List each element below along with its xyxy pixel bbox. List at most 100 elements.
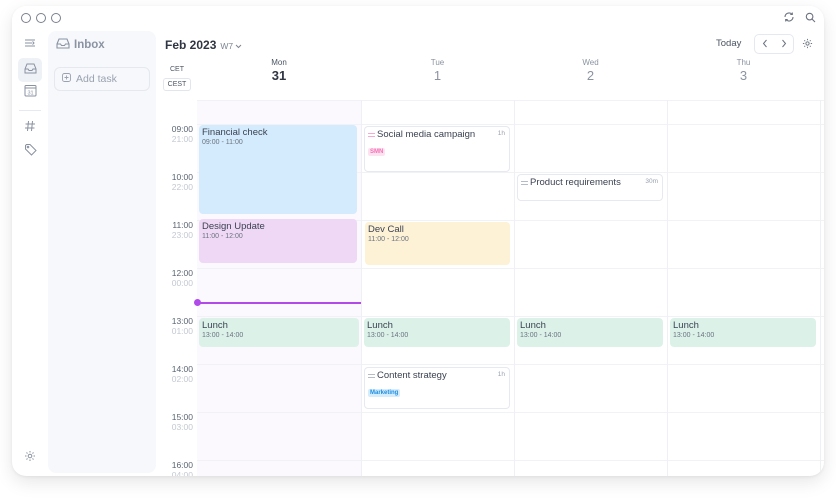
day-header: Wed 2 (514, 58, 667, 83)
calendar-settings-button[interactable] (802, 38, 813, 49)
hour-label: 16:00 04:00 (171, 460, 193, 476)
add-task-label: Add task (76, 73, 117, 85)
add-task-button[interactable]: Add task (54, 67, 150, 91)
task-tag: Marketing (368, 389, 401, 397)
column-divider (820, 100, 821, 476)
month-selector[interactable]: Feb 2023 W7 (165, 38, 242, 52)
search-icon[interactable] (805, 12, 816, 23)
calendar-grid[interactable]: Financial check 09:00 - 11:00 Design Upd… (194, 100, 824, 476)
day-header: Tue 1 (361, 58, 514, 83)
task-duration: 1h (497, 371, 505, 378)
hour-label: 13:00 01:00 (171, 316, 193, 336)
day-date: 2 (586, 68, 595, 83)
task-tag: SMN (368, 148, 386, 156)
settings-icon (802, 38, 813, 49)
task-title: Content strategy (377, 370, 447, 381)
previous-week-button[interactable] (762, 35, 768, 53)
day-date: 1 (433, 68, 442, 83)
event-time: 13:00 - 14:00 (673, 332, 715, 339)
task-card[interactable]: Social media campaign 1h SMN (364, 126, 510, 172)
week-label: W7 (220, 41, 234, 51)
day-date: 3 (739, 68, 748, 83)
task-card[interactable]: Content strategy 1h Marketing (364, 367, 510, 409)
minimize-window-button[interactable] (36, 13, 46, 23)
maximize-window-button[interactable] (51, 13, 61, 23)
week-selector[interactable]: W7 (220, 41, 242, 51)
calendar-icon: 31 (24, 84, 37, 102)
grid-line (197, 364, 824, 365)
drag-handle-icon[interactable] (521, 180, 528, 185)
day-header: Thu 3 (667, 58, 820, 83)
task-duration: 30m (645, 178, 658, 185)
event-title: Dev Call (368, 224, 404, 235)
day-name: Thu (736, 58, 751, 67)
primary-timezone: CET (170, 66, 184, 73)
left-rail: 31 (12, 30, 48, 476)
event-time: 09:00 - 11:00 (202, 139, 243, 146)
current-time-line (197, 302, 361, 304)
grid-line (197, 460, 824, 461)
next-week-button[interactable] (781, 35, 787, 53)
task-duration: 1h (497, 130, 505, 137)
current-time-dot (194, 299, 201, 306)
day-header: Mon 31 (197, 58, 361, 83)
close-window-button[interactable] (21, 13, 31, 23)
event-card[interactable]: Financial check 09:00 - 11:00 (199, 125, 357, 214)
hour-label: 12:00 00:00 (171, 268, 193, 288)
drag-handle-icon[interactable] (368, 132, 375, 137)
event-title: Lunch (202, 320, 228, 331)
settings-icon (24, 449, 36, 467)
today-button[interactable]: Today (716, 38, 741, 49)
task-title: Social media campaign (377, 129, 476, 140)
rail-item-calendar[interactable]: 31 (18, 81, 42, 105)
day-name: Wed (582, 58, 599, 67)
event-title: Lunch (367, 320, 393, 331)
window-controls (21, 13, 61, 23)
rail-item-channels[interactable] (18, 116, 42, 140)
hour-label: 14:00 02:00 (171, 364, 193, 384)
drag-handle-icon[interactable] (368, 373, 375, 378)
add-icon (62, 73, 71, 85)
event-title: Lunch (520, 320, 546, 331)
inbox-icon (24, 61, 37, 79)
column-divider (514, 100, 515, 476)
inbox-title-text: Inbox (74, 39, 105, 51)
grid-line (197, 268, 824, 269)
hour-label: 10:00 22:00 (171, 172, 193, 192)
grid-line (197, 100, 824, 101)
day-date: 31 (271, 68, 287, 83)
event-time: 13:00 - 14:00 (202, 332, 244, 339)
event-card[interactable]: Design Update 11:00 - 12:00 (199, 219, 357, 263)
event-card[interactable]: Dev Call 11:00 - 12:00 (365, 222, 510, 265)
hour-label: 11:00 23:00 (171, 220, 193, 240)
sync-icon[interactable] (783, 11, 795, 23)
secondary-timezone-button[interactable]: CEST (163, 78, 191, 91)
day-name: Mon (271, 58, 287, 67)
settings-button[interactable] (18, 446, 42, 470)
event-card[interactable]: Lunch 13:00 - 14:00 (517, 318, 663, 347)
rail-item-inbox[interactable] (18, 58, 42, 82)
rail-item-tags[interactable] (18, 140, 42, 164)
inbox-panel: Inbox Add task (48, 31, 156, 473)
task-card[interactable]: Product requirements 30m (517, 174, 663, 201)
event-card[interactable]: Lunch 13:00 - 14:00 (364, 318, 510, 347)
chevron-down-icon (235, 41, 242, 51)
hour-label: 15:00 03:00 (171, 412, 193, 432)
sidebar-toggle-icon (24, 35, 36, 53)
event-time: 11:00 - 12:00 (368, 236, 409, 243)
svg-text:31: 31 (27, 91, 33, 97)
rail-divider (19, 110, 41, 111)
column-divider (361, 100, 362, 476)
event-card[interactable]: Lunch 13:00 - 14:00 (199, 318, 359, 347)
grid-line (197, 316, 824, 317)
event-title: Lunch (673, 320, 699, 331)
event-title: Design Update (202, 221, 265, 232)
sidebar-toggle-button[interactable] (18, 32, 42, 56)
week-navigation (754, 34, 794, 54)
hour-label: 09:00 21:00 (171, 124, 193, 144)
chevron-right-icon (781, 39, 786, 48)
day-name: Tue (430, 58, 445, 67)
event-time: 11:00 - 12:00 (202, 233, 243, 240)
event-time: 13:00 - 14:00 (367, 332, 409, 339)
event-card[interactable]: Lunch 13:00 - 14:00 (670, 318, 816, 347)
